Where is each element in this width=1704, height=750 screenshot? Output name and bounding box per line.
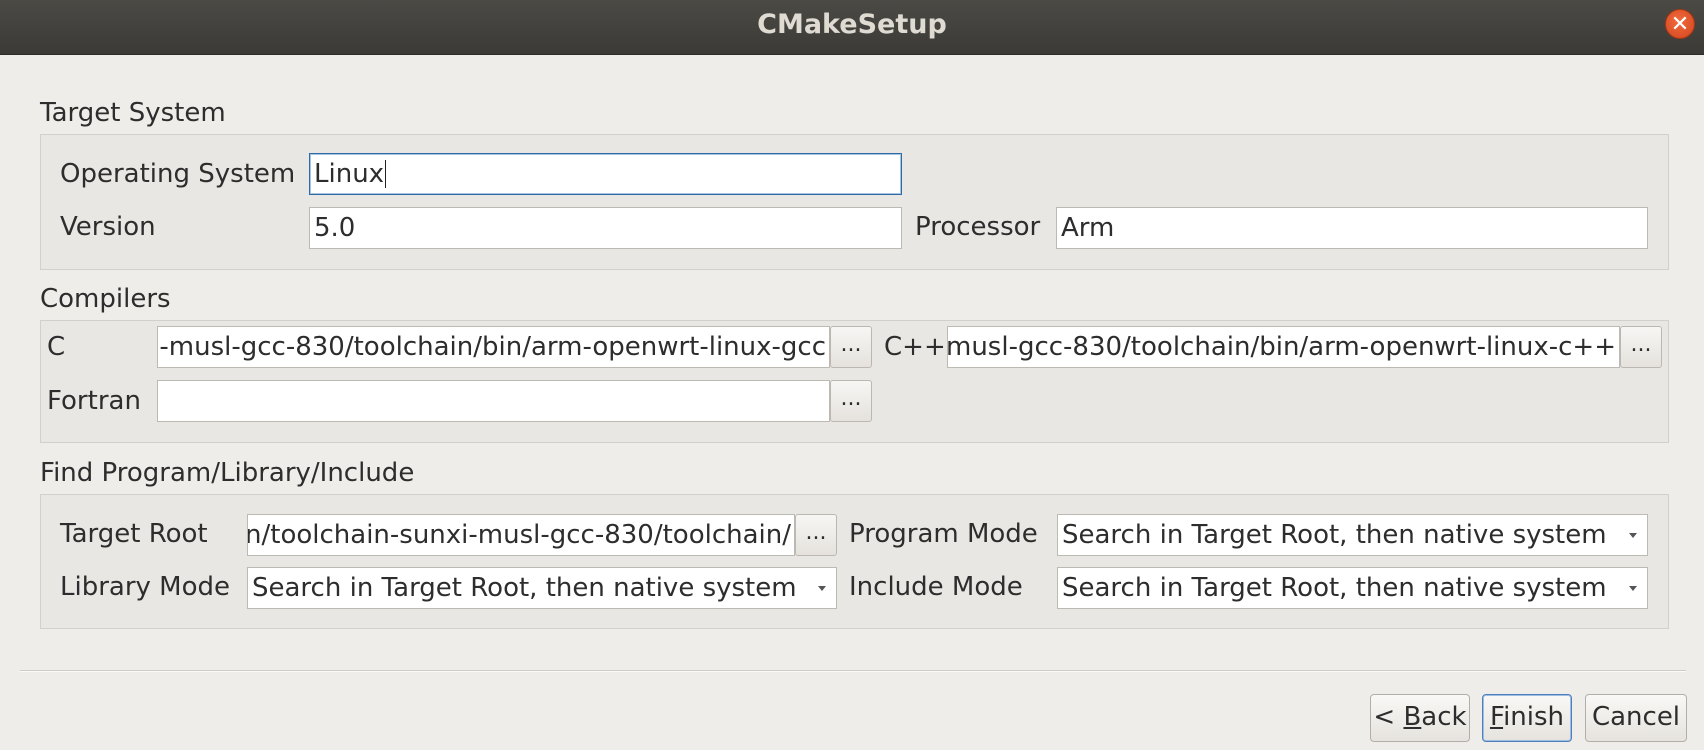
fortran-compiler-label: Fortran bbox=[47, 386, 141, 416]
target-root-input[interactable]: n/toolchain-sunxi-musl-gcc-830/toolchain… bbox=[247, 514, 795, 556]
back-button[interactable]: < Back bbox=[1370, 694, 1470, 742]
c-compiler-input[interactable]: -musl-gcc-830/toolchain/bin/arm-openwrt-… bbox=[157, 326, 830, 368]
version-label: Version bbox=[60, 212, 156, 242]
cancel-button[interactable]: Cancel bbox=[1585, 694, 1687, 742]
c-compiler-value: -musl-gcc-830/toolchain/bin/arm-openwrt-… bbox=[159, 332, 826, 362]
operating-system-input[interactable]: Linux bbox=[309, 153, 902, 195]
fortran-compiler-browse-button[interactable]: ... bbox=[830, 380, 872, 422]
program-mode-dropdown[interactable]: Search in Target Root, then native syste… bbox=[1057, 514, 1648, 556]
back-mnemonic: B bbox=[1403, 702, 1422, 732]
target-root-browse-button[interactable]: ... bbox=[795, 514, 837, 556]
program-mode-value: Search in Target Root, then native syste… bbox=[1062, 520, 1607, 550]
fortran-compiler-input[interactable] bbox=[157, 380, 830, 422]
chevron-down-icon bbox=[818, 586, 826, 591]
include-mode-value: Search in Target Root, then native syste… bbox=[1062, 573, 1607, 603]
c-compiler-label: C bbox=[47, 332, 66, 362]
text-caret bbox=[385, 160, 387, 188]
chevron-down-icon bbox=[1629, 533, 1637, 538]
chevron-down-icon bbox=[1629, 586, 1637, 591]
include-mode-label: Include Mode bbox=[849, 572, 1023, 602]
target-root-value: n/toolchain-sunxi-musl-gcc-830/toolchain… bbox=[247, 520, 791, 550]
version-input[interactable]: 5.0 bbox=[309, 207, 902, 249]
finish-rest: inish bbox=[1503, 702, 1565, 732]
back-rest: ack bbox=[1421, 702, 1467, 732]
library-mode-dropdown[interactable]: Search in Target Root, then native syste… bbox=[247, 567, 837, 609]
cxx-compiler-value: -musl-gcc-830/toolchain/bin/arm-openwrt-… bbox=[947, 332, 1616, 362]
cxx-compiler-browse-button[interactable]: ... bbox=[1620, 326, 1662, 368]
finish-button[interactable]: Finish bbox=[1482, 694, 1572, 742]
cxx-compiler-input[interactable]: -musl-gcc-830/toolchain/bin/arm-openwrt-… bbox=[947, 326, 1620, 368]
footer-separator bbox=[20, 670, 1686, 672]
target-system-title: Target System bbox=[40, 98, 226, 128]
find-group-title: Find Program/Library/Include bbox=[40, 458, 415, 488]
close-icon[interactable]: ✕ bbox=[1665, 9, 1695, 39]
target-root-label: Target Root bbox=[60, 519, 208, 549]
processor-label: Processor bbox=[915, 212, 1041, 242]
processor-input[interactable]: Arm bbox=[1056, 207, 1648, 249]
back-prefix: < bbox=[1373, 702, 1404, 732]
c-compiler-browse-button[interactable]: ... bbox=[830, 326, 872, 368]
program-mode-label: Program Mode bbox=[849, 519, 1038, 549]
include-mode-dropdown[interactable]: Search in Target Root, then native syste… bbox=[1057, 567, 1648, 609]
title-bar: CMakeSetup ✕ bbox=[0, 0, 1704, 55]
operating-system-label: Operating System bbox=[60, 159, 296, 189]
library-mode-label: Library Mode bbox=[60, 572, 231, 602]
window-title: CMakeSetup bbox=[757, 9, 947, 40]
library-mode-value: Search in Target Root, then native syste… bbox=[252, 573, 797, 603]
operating-system-value: Linux bbox=[314, 159, 385, 189]
cxx-compiler-label: C++ bbox=[884, 332, 946, 362]
finish-mnemonic: F bbox=[1489, 702, 1504, 732]
compilers-title: Compilers bbox=[40, 284, 171, 314]
